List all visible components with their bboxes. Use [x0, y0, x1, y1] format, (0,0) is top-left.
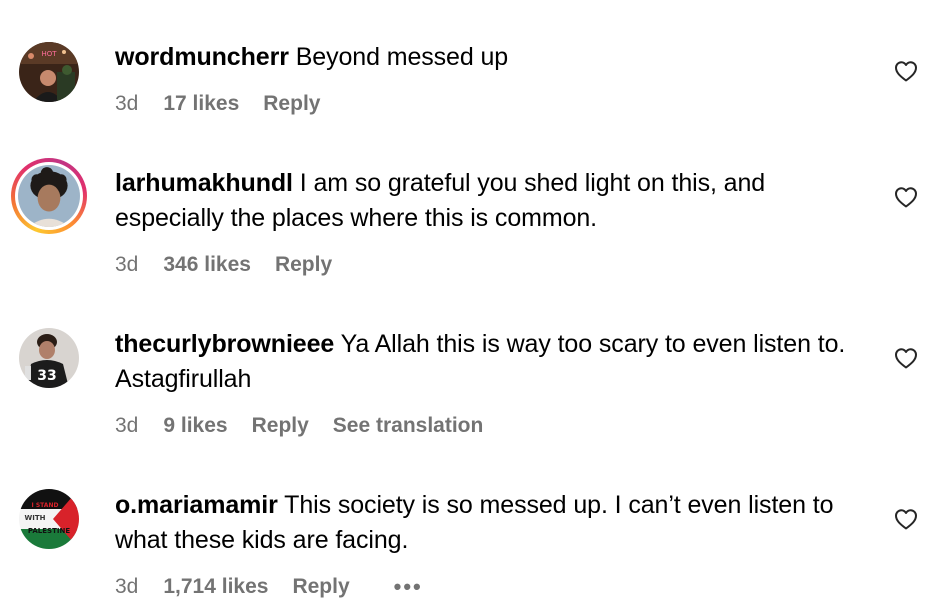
- avatar[interactable]: I STAND WITH PALESTINE: [19, 489, 79, 549]
- avatar[interactable]: 33: [19, 328, 79, 388]
- like-heart-icon[interactable]: [894, 186, 918, 208]
- see-translation-button[interactable]: See translation: [333, 414, 484, 438]
- reply-button[interactable]: Reply: [275, 253, 332, 277]
- avatar: [18, 165, 80, 227]
- comment-timestamp: 3d: [115, 253, 139, 276]
- reply-button[interactable]: Reply: [263, 92, 320, 116]
- comment-likes-count[interactable]: 9 likes: [163, 414, 227, 438]
- comment-username[interactable]: thecurlybrownieee: [115, 330, 334, 358]
- comment-likes-count[interactable]: 346 likes: [163, 253, 251, 277]
- more-options-icon[interactable]: •••: [394, 574, 423, 600]
- like-heart-icon[interactable]: [894, 508, 918, 530]
- comment-text: Beyond messed up: [295, 43, 509, 71]
- comment-timestamp: 3d: [115, 414, 139, 437]
- comment-likes-count[interactable]: 17 likes: [163, 92, 239, 116]
- avatar-badge-line3: PALESTINE: [28, 527, 70, 535]
- comment-username[interactable]: wordmuncherr: [115, 43, 289, 71]
- avatar-badge-line1: I STAND: [32, 502, 59, 509]
- comment-likes-count[interactable]: 1,714 likes: [163, 575, 268, 599]
- comment-username[interactable]: o.mariamamir: [115, 491, 278, 519]
- comment-timestamp: 3d: [115, 575, 139, 598]
- avatar-badge-line2: WITH: [25, 514, 46, 522]
- reply-button[interactable]: Reply: [292, 575, 349, 599]
- comment-timestamp: 3d: [115, 92, 139, 115]
- comment-username[interactable]: larhumakhundl: [115, 169, 293, 197]
- svg-text:HOT: HOT: [41, 50, 57, 58]
- avatar[interactable]: HOT: [19, 42, 79, 102]
- avatar-story-ring[interactable]: [11, 158, 87, 234]
- like-heart-icon[interactable]: [894, 347, 918, 369]
- reply-button[interactable]: Reply: [252, 414, 309, 438]
- svg-text:33: 33: [37, 368, 56, 384]
- like-heart-icon[interactable]: [894, 60, 918, 82]
